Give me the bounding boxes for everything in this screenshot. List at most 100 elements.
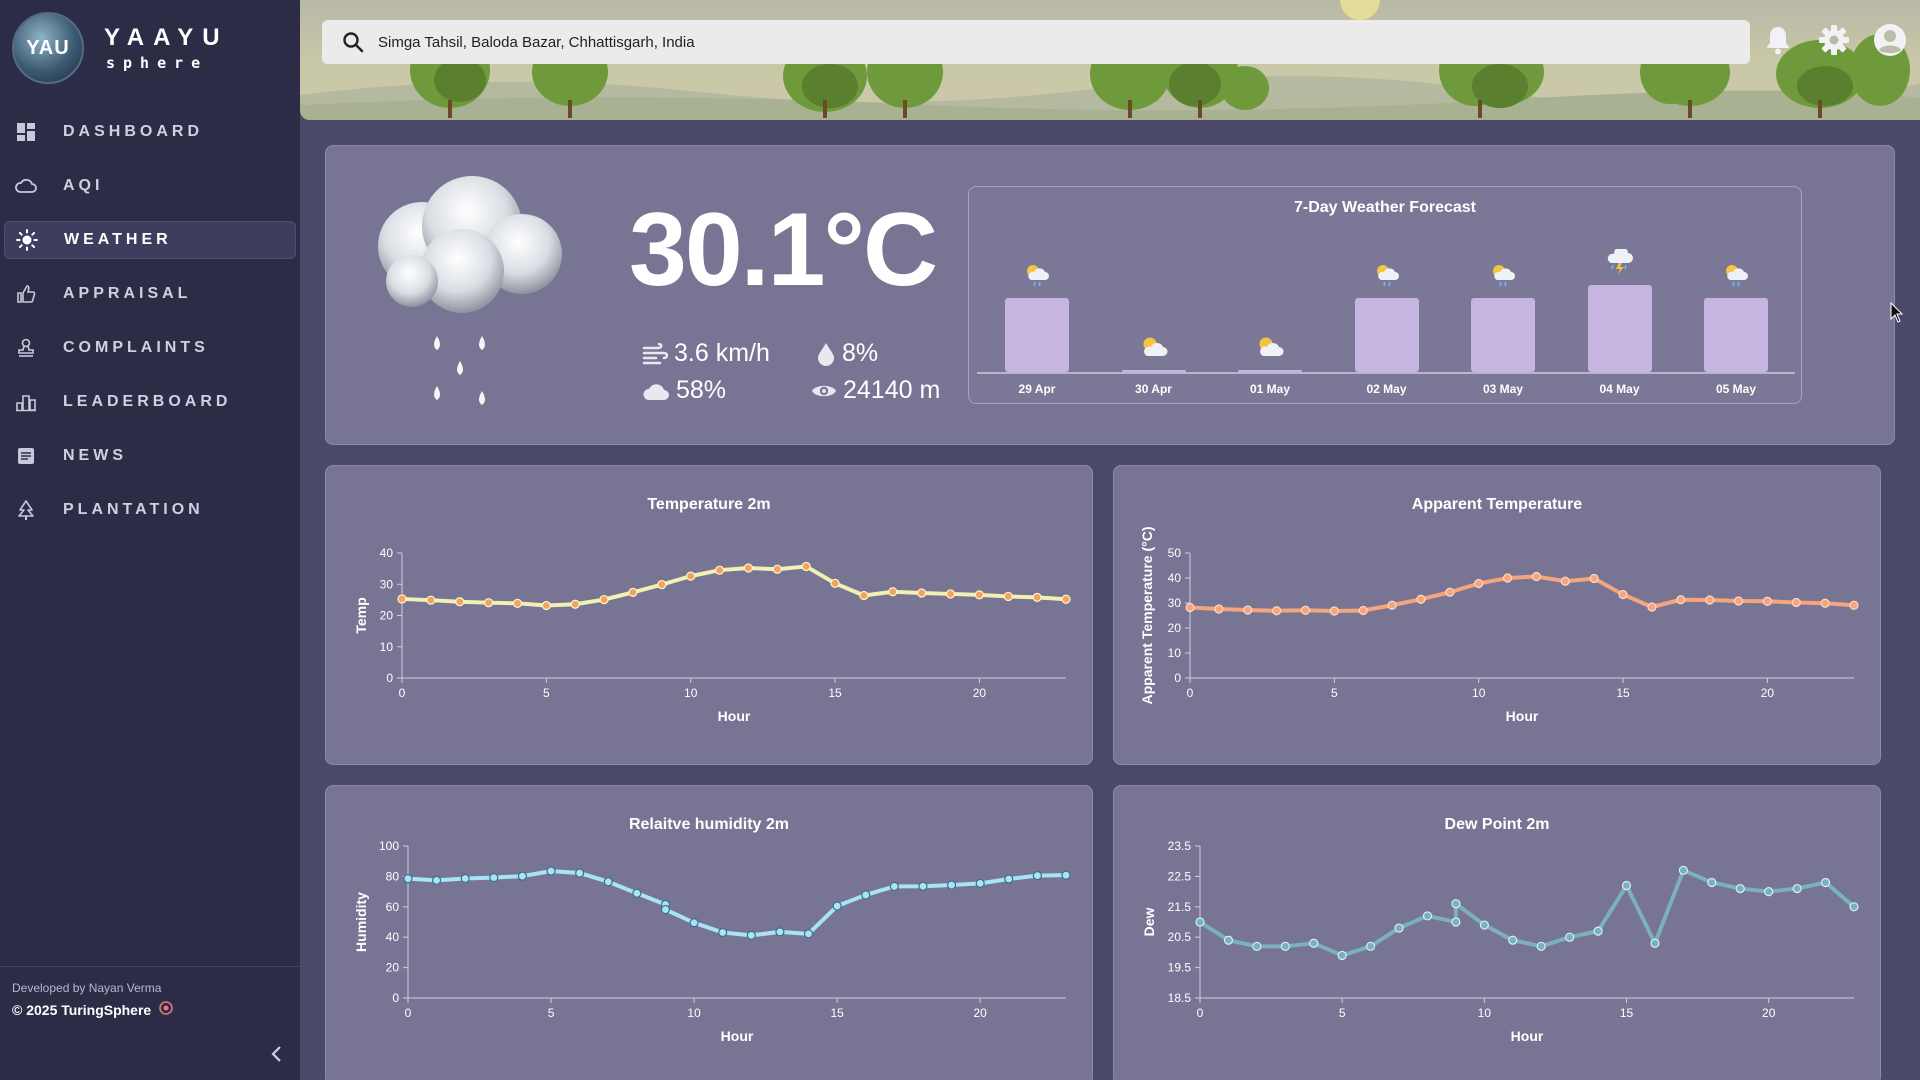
data-point: [657, 579, 667, 590]
data-point: [546, 866, 556, 876]
sidebar-footer: Developed by Nayan Verma © 2025 TuringSp…: [0, 966, 300, 1032]
data-point: [1502, 573, 1513, 583]
x-tick-label: 0: [405, 1006, 412, 1020]
cloud-filled-icon: [643, 383, 669, 400]
data-point: [746, 930, 756, 940]
x-axis-label: Hour: [1511, 1028, 1544, 1044]
tree-icon: [14, 498, 38, 522]
data-point: [1272, 606, 1282, 616]
data-point: [775, 927, 785, 937]
forecast-chart: 7-Day Weather Forecast 29 Apr 30 Apr 01 Ma…: [968, 186, 1802, 404]
collapse-sidebar-button[interactable]: [264, 1042, 288, 1066]
data-point: [1707, 877, 1717, 888]
x-tick-label: 15: [828, 686, 842, 700]
news-icon: [14, 444, 38, 468]
precipitation-chance: 8%: [816, 339, 878, 368]
sidebar-item-complaints[interactable]: COMPLAINTS: [4, 329, 296, 367]
account-button[interactable]: [1872, 22, 1908, 58]
x-axis-label: Hour: [721, 1028, 754, 1044]
dashboard-icon: [14, 120, 38, 144]
data-point: [1589, 573, 1599, 584]
data-point: [1764, 886, 1774, 897]
location-search-bar[interactable]: [322, 20, 1750, 64]
sun-cloud-rain-icon: [1721, 262, 1751, 288]
sidebar-item-leaderboard[interactable]: LEADERBOARD: [4, 383, 296, 421]
sidebar-item-plantation[interactable]: PLANTATION: [4, 491, 296, 529]
x-tick-label: 5: [1331, 686, 1338, 700]
dew-point-chart-panel: Dew Point 2m 18.5 19.5 20.5 21.5 22.5 23.5 0 5 1…: [1113, 785, 1881, 1080]
y-axis-label: Humidity: [353, 892, 369, 952]
x-tick-label: 10: [687, 1006, 701, 1020]
data-point: [628, 587, 638, 597]
data-point: [859, 590, 869, 601]
data-point: [1560, 576, 1570, 586]
data-point: [489, 873, 499, 883]
brand-logo[interactable]: YAU YAAYU sphere: [12, 12, 272, 84]
data-point: [803, 929, 814, 939]
header-banner: [300, 0, 1920, 120]
forecast-bar: [1354, 298, 1419, 372]
y-tick-label: 20: [386, 961, 400, 975]
sidebar-item-weather[interactable]: WEATHER: [4, 221, 296, 259]
data-point: [889, 881, 899, 892]
current-weather-panel: 30.1°C 3.6 km/h 8% 58% 24140 m 7-Day Wea…: [325, 145, 1895, 445]
temperature-chart-panel: Temperature 2m 0 10 20 30 40 0 5 10 15 20 Hour Temp: [325, 465, 1093, 765]
data-point: [512, 598, 523, 608]
notifications-button[interactable]: [1760, 22, 1796, 58]
wind-icon: [642, 342, 668, 364]
data-point: [1762, 596, 1772, 606]
sidebar-item-appraisal[interactable]: APPRAISAL: [4, 275, 296, 313]
wind-speed: 3.6 km/h: [642, 339, 770, 368]
data-point: [397, 594, 407, 604]
y-tick-label: 22.5: [1168, 869, 1192, 883]
data-point: [1032, 871, 1042, 881]
sidebar-item-news[interactable]: NEWS: [4, 437, 296, 475]
x-tick-label: 0: [1197, 1006, 1204, 1020]
stamp-icon: [14, 336, 38, 360]
sidebar-item-aqi[interactable]: AQI: [4, 167, 296, 205]
data-point: [1508, 935, 1518, 945]
x-tick-label: 10: [684, 686, 698, 700]
logo-globe-icon: YAU: [12, 12, 84, 84]
y-tick-label: 100: [379, 839, 399, 853]
data-point: [1792, 883, 1802, 894]
forecast-bar: [1471, 298, 1535, 372]
data-point: [861, 890, 871, 900]
y-tick-label: 30: [1168, 596, 1182, 610]
data-point: [1061, 594, 1071, 604]
x-axis-label: Hour: [718, 708, 751, 724]
forecast-date-label: 02 May: [1366, 382, 1407, 396]
y-tick-label: 40: [380, 546, 394, 560]
data-point: [832, 901, 842, 911]
data-point: [1565, 932, 1575, 942]
data-point: [1280, 941, 1290, 951]
y-tick-label: 18.5: [1168, 991, 1192, 1005]
brand-title: YAAYU: [104, 24, 229, 51]
x-tick-label: 15: [830, 1006, 844, 1020]
x-tick-label: 10: [1472, 686, 1486, 700]
brand-subtitle: sphere: [106, 54, 209, 72]
sidebar-item-dashboard[interactable]: DASHBOARD: [4, 113, 296, 151]
y-tick-label: 21.5: [1168, 900, 1192, 914]
data-point: [1531, 571, 1542, 582]
sidebar-item-label: AQI: [63, 177, 104, 194]
data-point: [1705, 595, 1715, 605]
data-point: [660, 904, 671, 915]
data-point: [1678, 865, 1688, 875]
company-logo-icon: [159, 1001, 174, 1018]
forecast-date-label: 04 May: [1599, 382, 1640, 396]
sidebar-item-label: NEWS: [63, 447, 127, 464]
series-line: [401, 564, 1067, 608]
sidebar-item-label: PLANTATION: [63, 501, 204, 518]
location-search-input[interactable]: [378, 20, 1738, 64]
copyright-text: © 2025 TuringSphere: [12, 1001, 152, 1018]
data-point: [432, 875, 442, 885]
data-point: [1735, 883, 1745, 894]
data-point: [1621, 880, 1632, 891]
settings-button[interactable]: [1816, 22, 1852, 58]
data-point: [1003, 591, 1013, 602]
data-point: [718, 927, 728, 938]
cloud-icon: [14, 174, 38, 198]
data-point: [689, 918, 699, 928]
y-tick-label: 50: [1168, 546, 1182, 560]
